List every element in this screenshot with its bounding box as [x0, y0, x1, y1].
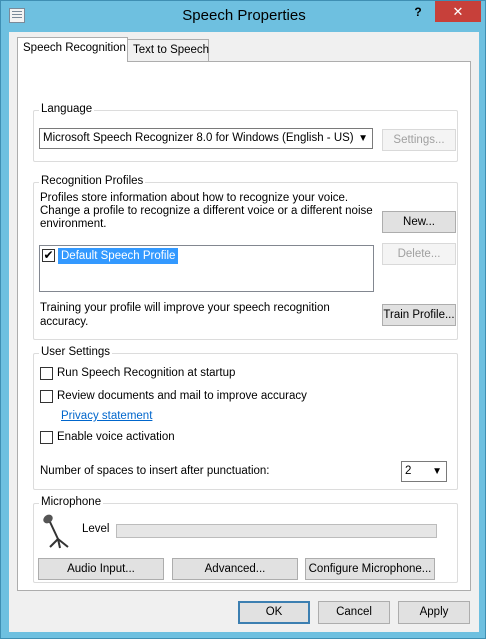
privacy-statement-link[interactable]: Privacy statement — [61, 410, 152, 422]
recognition-profiles-group-label: Recognition Profiles — [39, 175, 146, 187]
chevron-down-icon: ▼ — [432, 466, 442, 477]
language-group-label: Language — [39, 103, 95, 115]
audio-input-button[interactable]: Audio Input... — [38, 558, 164, 580]
level-label: Level — [82, 523, 110, 535]
apply-button[interactable]: Apply — [398, 601, 470, 624]
review-documents-checkbox[interactable] — [40, 390, 53, 403]
train-profile-button[interactable]: Train Profile... — [382, 304, 456, 326]
help-button[interactable]: ? — [405, 2, 431, 22]
chevron-down-icon: ▼ — [358, 133, 368, 144]
profiles-description-line2: Change a profile to recognize a differen… — [40, 205, 373, 217]
ok-button[interactable]: OK — [238, 601, 310, 624]
dialog-client: Speech Recognition Text to Speech Langua… — [9, 32, 479, 632]
recognizer-select[interactable]: Microsoft Speech Recognizer 8.0 for Wind… — [39, 128, 373, 149]
review-documents-label[interactable]: Review documents and mail to improve acc… — [57, 390, 307, 402]
training-text-line2: accuracy. — [40, 316, 89, 328]
profiles-description-line3: environment. — [40, 218, 107, 230]
microphone-level-meter — [116, 524, 437, 538]
cancel-button[interactable]: Cancel — [318, 601, 390, 624]
profiles-listbox[interactable]: ✔ Default Speech Profile — [39, 245, 374, 292]
spaces-select[interactable]: 2 ▼ — [401, 461, 447, 482]
voice-activation-checkbox[interactable] — [40, 431, 53, 444]
title-bar[interactable]: Speech Properties ? ✕ — [1, 1, 486, 32]
settings-button[interactable]: Settings... — [382, 129, 456, 151]
microphone-group-label: Microphone — [39, 496, 104, 508]
advanced-button[interactable]: Advanced... — [172, 558, 298, 580]
delete-profile-button[interactable]: Delete... — [382, 243, 456, 265]
tab-text-to-speech[interactable]: Text to Speech — [127, 39, 209, 61]
microphone-icon — [43, 514, 69, 549]
profile-checkbox[interactable]: ✔ — [42, 249, 55, 262]
spaces-select-value: 2 — [405, 465, 412, 477]
new-profile-button[interactable]: New... — [382, 211, 456, 233]
configure-microphone-button[interactable]: Configure Microphone... — [305, 558, 435, 580]
voice-activation-label[interactable]: Enable voice activation — [57, 431, 175, 443]
profile-list-item[interactable]: Default Speech Profile — [58, 248, 179, 264]
training-text-line1: Training your profile will improve your … — [40, 302, 330, 314]
user-settings-group-label: User Settings — [39, 346, 113, 358]
speech-recognition-panel: Language Microsoft Speech Recognizer 8.0… — [17, 61, 471, 591]
recognizer-select-value: Microsoft Speech Recognizer 8.0 for Wind… — [43, 132, 354, 144]
close-button[interactable]: ✕ — [435, 1, 481, 22]
run-at-startup-label[interactable]: Run Speech Recognition at startup — [57, 367, 235, 379]
run-at-startup-checkbox[interactable] — [40, 367, 53, 380]
tab-speech-recognition[interactable]: Speech Recognition — [17, 37, 128, 62]
spaces-after-punctuation-label: Number of spaces to insert after punctua… — [40, 465, 270, 477]
profiles-description-line1: Profiles store information about how to … — [40, 192, 349, 204]
speech-properties-window: Speech Properties ? ✕ Speech Recognition… — [0, 0, 486, 639]
